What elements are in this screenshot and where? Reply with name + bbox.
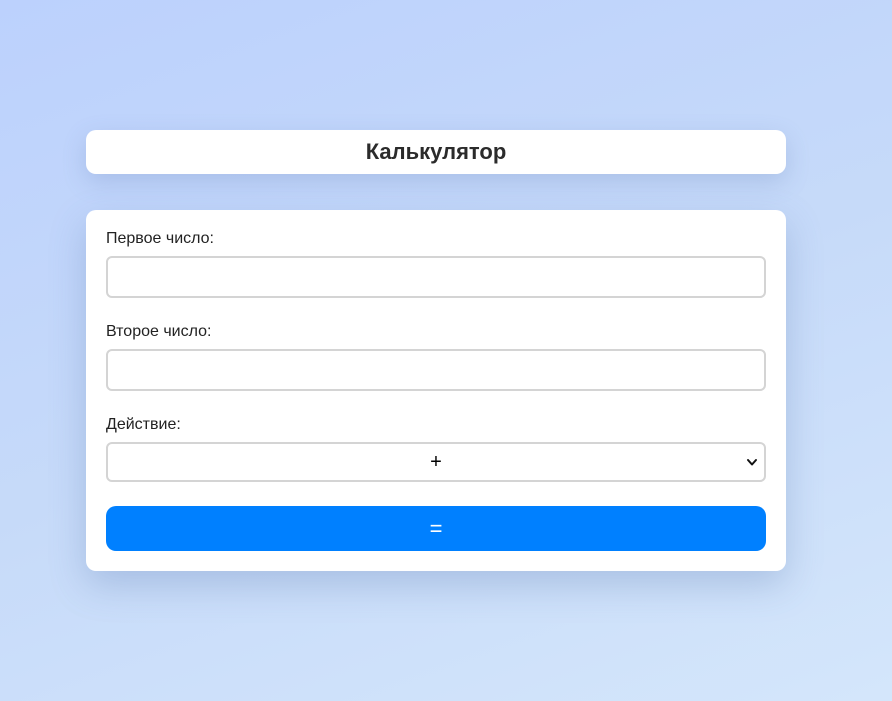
- operation-selected-value: +: [430, 450, 442, 473]
- second-number-input[interactable]: [106, 349, 766, 391]
- title-card: Калькулятор: [86, 130, 786, 174]
- calculate-button[interactable]: =: [106, 506, 766, 551]
- page-title: Калькулятор: [365, 139, 507, 164]
- operation-label: Действие:: [106, 416, 181, 433]
- operation-select[interactable]: +: [106, 442, 766, 482]
- chevron-down-icon: [747, 459, 757, 466]
- first-number-input[interactable]: [106, 256, 766, 298]
- calculator-form: Первое число: Второе число: Действие: + …: [86, 210, 786, 571]
- second-number-label: Второе число:: [106, 323, 212, 340]
- first-number-label: Первое число:: [106, 230, 214, 247]
